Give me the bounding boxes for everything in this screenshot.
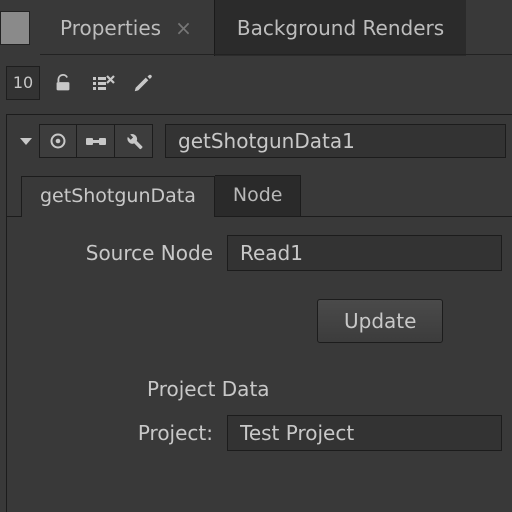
row-project: Project:: [17, 415, 502, 451]
max-panels-value: 10: [13, 73, 33, 92]
center-node-icon[interactable]: [39, 124, 77, 158]
disclosure-triangle-icon[interactable]: [13, 138, 39, 145]
tab-properties-label: Properties: [60, 16, 161, 40]
pencil-icon[interactable]: [126, 66, 160, 100]
node-name-input[interactable]: [165, 124, 506, 158]
input-source-node[interactable]: [227, 235, 502, 271]
close-icon[interactable]: ×: [175, 18, 192, 38]
pane-tab-strip: Properties × Background Renders: [0, 0, 512, 56]
label-project: Project:: [17, 421, 227, 445]
panel-header: [7, 115, 512, 161]
knob-tab-node[interactable]: Node: [215, 175, 302, 216]
row-project-data-heading: Project Data: [17, 377, 502, 401]
knob-tab-main-label: getShotgunData: [40, 185, 196, 207]
wrench-icon[interactable]: [115, 124, 153, 158]
input-project[interactable]: [227, 415, 502, 451]
row-source-node: Source Node: [17, 235, 502, 271]
tab-properties[interactable]: Properties ×: [38, 0, 214, 56]
knob-form: Source Node Update Project Data Project:: [7, 217, 512, 451]
node-properties-panel: getShotgunData Node Source Node Update P…: [6, 114, 512, 512]
row-update: Update: [17, 299, 502, 343]
properties-toolbar: 10: [0, 56, 512, 106]
knob-tab-main[interactable]: getShotgunData: [21, 176, 215, 217]
knob-tab-strip: getShotgunData Node: [7, 175, 512, 217]
tab-bg-renders-label: Background Renders: [237, 16, 444, 40]
heading-project-data: Project Data: [147, 377, 270, 401]
node-overlay-icon[interactable]: [77, 124, 115, 158]
knob-tab-node-label: Node: [233, 184, 283, 206]
tab-strip-underline: [40, 54, 512, 55]
delete-all-icon[interactable]: [86, 66, 120, 100]
label-source-node: Source Node: [17, 241, 227, 265]
tab-background-renders[interactable]: Background Renders: [214, 0, 466, 56]
max-panels-field[interactable]: 10: [6, 66, 40, 100]
lock-icon[interactable]: [46, 66, 80, 100]
update-button[interactable]: Update: [317, 299, 443, 343]
pane-color-swatch[interactable]: [0, 11, 30, 45]
